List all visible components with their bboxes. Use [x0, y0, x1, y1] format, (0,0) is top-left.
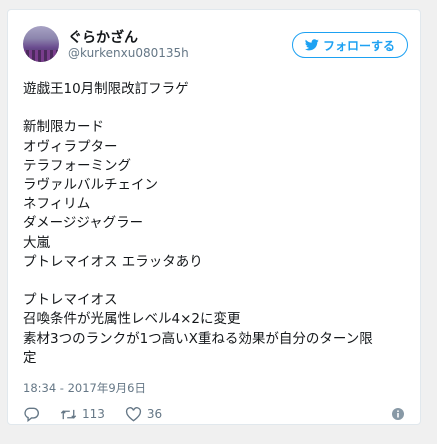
tweet-card: ぐらかざん @kurkenxu080135h フォローする 遊戯王10月制限改訂…: [7, 9, 421, 425]
retweet-count: 113: [82, 407, 105, 421]
user-handle[interactable]: @kurkenxu080135h: [68, 46, 189, 60]
retweet-icon: [60, 409, 77, 419]
info-button[interactable]: [392, 408, 404, 423]
retweet-button[interactable]: 113: [60, 407, 105, 422]
avatar[interactable]: [23, 26, 59, 62]
tweet-actions: 113 36: [23, 404, 406, 424]
user-name[interactable]: ぐらかざん: [68, 27, 138, 47]
follow-button-label: フォローする: [322, 38, 395, 53]
tweet-timestamp[interactable]: 18:34 - 2017年9月6日: [23, 380, 146, 396]
tweet-text: 遊戯王10月制限改訂フラゲ 新制限カード オヴィラプター テラフォーミング ラヴ…: [23, 81, 373, 366]
like-button[interactable]: 36: [125, 406, 163, 422]
heart-icon: [125, 406, 141, 421]
info-icon: [392, 408, 404, 420]
follow-button[interactable]: フォローする: [292, 32, 408, 58]
reply-button[interactable]: [23, 407, 40, 422]
reply-icon: [24, 407, 39, 422]
like-count: 36: [146, 407, 163, 421]
twitter-bird-icon: [304, 39, 319, 51]
